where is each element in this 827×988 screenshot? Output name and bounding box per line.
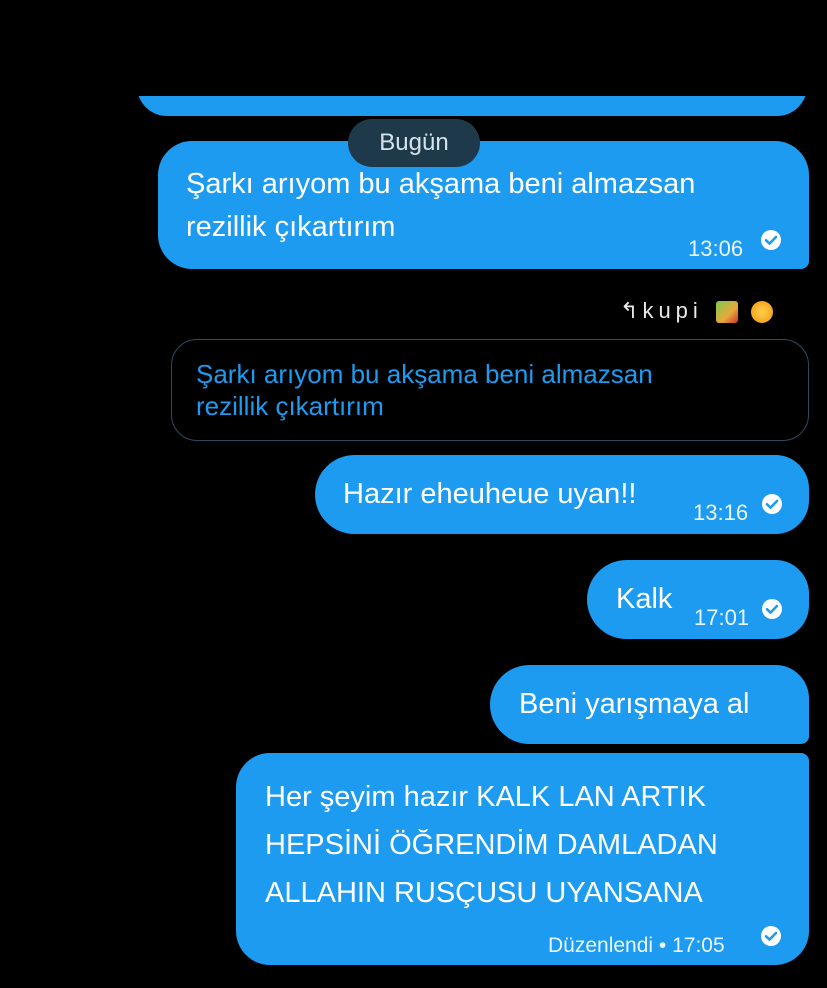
message-text-line: HEPSİNİ ÖĞRENDİM DAMLADAN xyxy=(265,829,718,861)
back-button[interactable] xyxy=(26,30,70,74)
message-text: Beni yarışmaya al xyxy=(519,688,750,720)
message-time: 17:01 xyxy=(694,605,750,630)
message-time: 13:06 xyxy=(688,236,744,261)
message-text-line: ALLAHIN RUSÇUSU UYANSANA xyxy=(265,877,703,909)
message-text: Kalk xyxy=(616,583,673,615)
message-bubble[interactable]: Beni yarışmaya al xyxy=(490,665,809,744)
roller-coaster-emoji-icon xyxy=(715,301,738,324)
message-bubble[interactable]: Kalk 17:01 xyxy=(587,560,809,639)
quoted-text-line: Şarkı arıyom bu akşama beni almazsan xyxy=(196,359,653,389)
message-bubble[interactable]: Şarkı arıyom bu akşama beni almazsan rez… xyxy=(158,141,809,269)
message-bubble-previous-partial[interactable] xyxy=(137,60,807,116)
reply-target-name: kupi xyxy=(642,298,703,323)
reply-arrow-icon: ↰ xyxy=(620,298,639,323)
read-check-icon xyxy=(762,599,782,619)
quoted-message[interactable]: Şarkı arıyom bu akşama beni almazsan rez… xyxy=(171,339,809,441)
message-bubble[interactable]: Her şeyim hazır KALK LAN ARTIK HEPSİNİ Ö… xyxy=(236,753,809,965)
sun-face-emoji-icon xyxy=(751,301,774,324)
avatar-eye-shape xyxy=(125,53,133,61)
reply-indicator: ↰ kupi xyxy=(620,298,774,324)
read-check-icon xyxy=(761,926,781,946)
quoted-text-line: rezillik çıkartırım xyxy=(196,391,384,421)
avatar-mask-shape xyxy=(111,27,154,47)
read-check-icon xyxy=(761,230,781,250)
read-check-icon xyxy=(762,494,782,514)
arrow-left-icon xyxy=(31,37,66,67)
message-edited-meta: Düzenlendi • 17:05 xyxy=(548,934,725,957)
message-text-line: Her şeyim hazır KALK LAN ARTIK xyxy=(265,781,707,813)
message-text-line: Şarkı arıyom bu akşama beni almazsan xyxy=(186,168,696,200)
message-text: Hazır eheuheue uyan!! xyxy=(343,478,637,510)
message-bubble[interactable]: Hazır eheuheue uyan!! 13:16 xyxy=(315,455,809,534)
message-time: 13:16 xyxy=(693,500,749,525)
date-separator: Bugün xyxy=(348,119,480,167)
